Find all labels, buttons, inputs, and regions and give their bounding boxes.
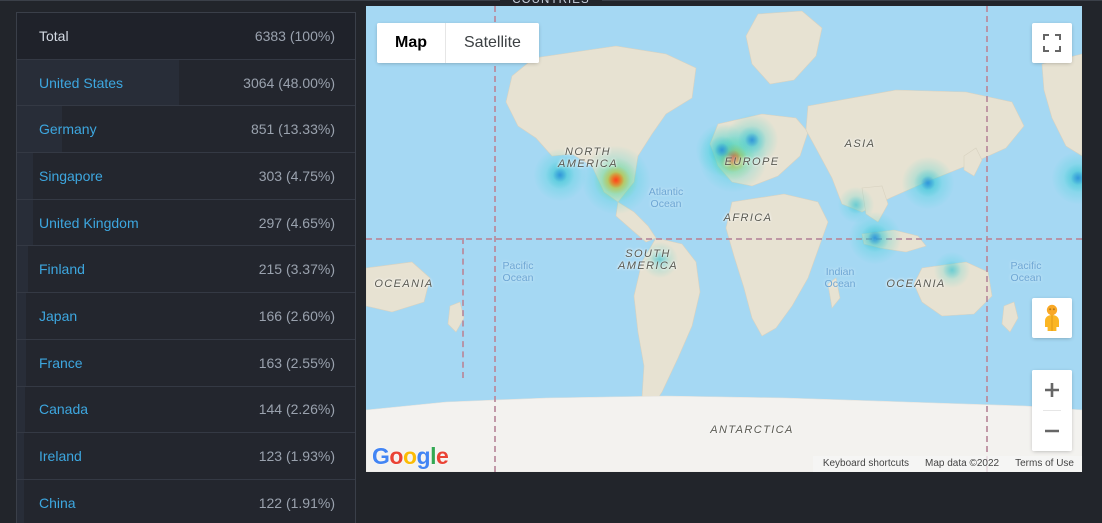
total-label: Total [39, 27, 69, 44]
street-view-pegman-button[interactable] [1032, 298, 1072, 338]
date-line-dash-left [494, 6, 496, 472]
header-rule-right [601, 0, 1102, 1]
table-row[interactable]: Germany 851 (13.33%) [17, 106, 355, 154]
zoom-in-button[interactable] [1032, 370, 1072, 410]
row-value: 144 (2.26%) [258, 401, 335, 418]
row-value: 166 (2.60%) [258, 307, 335, 324]
country-link[interactable]: United Kingdom [17, 215, 139, 231]
equator-dashed-line [366, 238, 1082, 240]
table-row[interactable]: Singapore 303 (4.75%) [17, 153, 355, 200]
row-value: 122 (1.91%) [258, 495, 335, 512]
fullscreen-button[interactable] [1032, 23, 1072, 63]
minus-icon [1045, 429, 1059, 433]
table-row[interactable]: United Kingdom 297 (4.65%) [17, 199, 355, 247]
row-value: 123 (1.93%) [258, 448, 335, 465]
keyboard-shortcuts-link[interactable]: Keyboard shortcuts [823, 458, 909, 469]
countries-table: Total 6383 (100%) United States 3064 (48.00… [16, 12, 356, 523]
country-link[interactable]: Canada [17, 401, 88, 417]
row-value: 3064 (48.00%) [243, 74, 335, 91]
logo-letter-o1: o [389, 443, 403, 469]
table-row[interactable]: China 122 (1.91%) [17, 479, 355, 523]
logo-letter-g2: g [416, 443, 431, 469]
table-row[interactable]: Japan 166 (2.60%) [17, 293, 355, 340]
logo-letter-o2: o [402, 443, 417, 469]
country-link[interactable]: China [17, 495, 76, 511]
zoom-controls[interactable] [1032, 370, 1072, 451]
country-link[interactable]: United States [17, 75, 123, 91]
map-canvas[interactable]: NORTH AMERICA SOUTH AMERICA EUROPE AFRICA ASIA… [366, 6, 1082, 472]
row-value: 303 (4.75%) [258, 167, 335, 184]
row-value: 6383 (100%) [254, 27, 335, 44]
table-row[interactable]: Ireland 123 (1.93%) [17, 433, 355, 480]
table-row-total: Total 6383 (100%) [17, 13, 355, 60]
world-map[interactable]: NORTH AMERICA SOUTH AMERICA EUROPE AFRICA ASIA… [366, 6, 1082, 472]
map-data-copyright: Map data ©2022 [925, 458, 1000, 469]
row-value: 851 (13.33%) [250, 121, 335, 138]
country-link[interactable]: Ireland [17, 448, 82, 464]
logo-letter-e: e [435, 443, 449, 469]
row-value: 215 (3.37%) [258, 261, 335, 278]
plus-icon [1045, 383, 1059, 397]
map-type-control[interactable]: Map Satellite [377, 23, 539, 63]
row-value: 297 (4.65%) [258, 214, 335, 231]
country-link[interactable]: Japan [17, 308, 77, 324]
zoom-out-button[interactable] [1032, 411, 1072, 451]
pegman-icon [1045, 304, 1059, 331]
map-type-map-button[interactable]: Map [377, 23, 445, 63]
terms-of-use-link[interactable]: Terms of Use [1015, 458, 1074, 469]
logo-letter-g1: G [372, 443, 390, 469]
table-row[interactable]: United States 3064 (48.00%) [17, 59, 355, 107]
google-logo[interactable]: G o o g l e [372, 443, 449, 469]
map-type-satellite-button[interactable]: Satellite [445, 23, 539, 63]
country-link[interactable]: Germany [17, 121, 97, 137]
date-line-dash-right [986, 6, 988, 472]
analytics-countries-panel: COUNTRIES Total 6383 (100%) United States 3… [0, 0, 1102, 523]
boundary-dash-a [462, 238, 464, 378]
header-rule-left [0, 0, 501, 1]
country-link[interactable]: Finland [17, 261, 85, 277]
fullscreen-icon [1043, 34, 1061, 52]
country-link[interactable]: France [17, 355, 83, 371]
map-attribution: Keyboard shortcuts Map data ©2022 Terms … [812, 456, 1082, 472]
row-value: 163 (2.55%) [258, 354, 335, 371]
table-row[interactable]: Finland 215 (3.37%) [17, 246, 355, 294]
table-row[interactable]: Canada 144 (2.26%) [17, 386, 355, 434]
table-row[interactable]: France 163 (2.55%) [17, 339, 355, 387]
country-link[interactable]: Singapore [17, 168, 103, 184]
